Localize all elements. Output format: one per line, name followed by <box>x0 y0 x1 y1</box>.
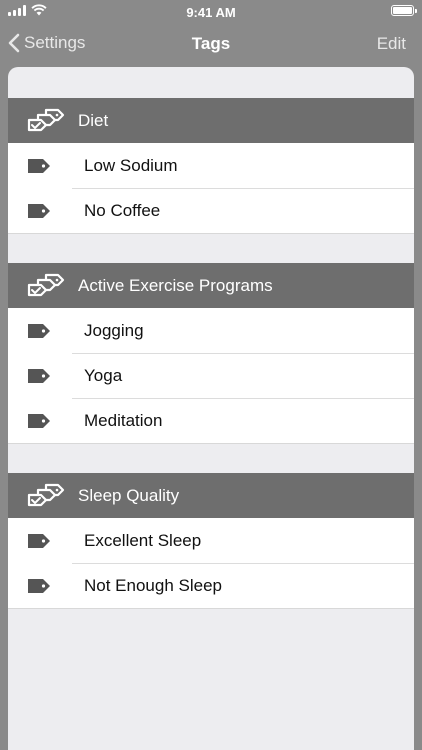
list-item-excellent-sleep[interactable]: Excellent Sleep <box>8 518 414 563</box>
page-title: Tags <box>191 34 231 53</box>
list-item-jogging[interactable]: Jogging <box>8 308 414 353</box>
divider <box>8 608 414 609</box>
list-item-label: Not Enough Sleep <box>84 575 222 595</box>
list-item-label: Meditation <box>84 410 163 430</box>
tags-list: Diet Low Sodium No Coffee Active Exercis… <box>8 67 414 750</box>
section-header-diet: Diet <box>8 98 414 143</box>
tag-icon <box>8 323 84 338</box>
list-item-label: Jogging <box>84 320 144 340</box>
list-item-yoga[interactable]: Yoga <box>8 353 414 398</box>
tags-group-icon <box>8 107 78 135</box>
list-top-spacer <box>8 67 414 98</box>
battery-icon <box>391 5 417 16</box>
section-title: Active Exercise Programs <box>78 275 273 295</box>
tags-group-icon <box>8 482 78 510</box>
list-item-low-sodium[interactable]: Low Sodium <box>8 143 414 188</box>
status-time: 9:41 AM <box>186 5 236 20</box>
edit-button[interactable]: Edit <box>377 34 406 54</box>
tag-icon <box>8 578 84 593</box>
tag-icon <box>8 158 84 173</box>
section-title: Diet <box>78 110 109 130</box>
list-item-label: Low Sodium <box>84 155 178 175</box>
list-item-label: Excellent Sleep <box>84 530 202 550</box>
tag-icon <box>8 413 84 428</box>
list-item-meditation[interactable]: Meditation <box>8 398 414 443</box>
list-item-label: No Coffee <box>84 200 161 220</box>
status-bar: 9:41 AM <box>0 0 422 24</box>
section-header-sleep-quality: Sleep Quality <box>8 473 414 518</box>
tag-icon <box>8 203 84 218</box>
tag-icon <box>8 533 84 548</box>
tags-group-icon <box>8 272 78 300</box>
list-item-label: Yoga <box>84 365 123 385</box>
navigation-bar: Settings Tags Edit <box>0 24 422 64</box>
tag-icon <box>8 368 84 383</box>
list-item-not-enough-sleep[interactable]: Not Enough Sleep <box>8 563 414 608</box>
section-title: Sleep Quality <box>78 485 180 505</box>
section-header-active-exercise-programs: Active Exercise Programs <box>8 263 414 308</box>
list-item-no-coffee[interactable]: No Coffee <box>8 188 414 233</box>
